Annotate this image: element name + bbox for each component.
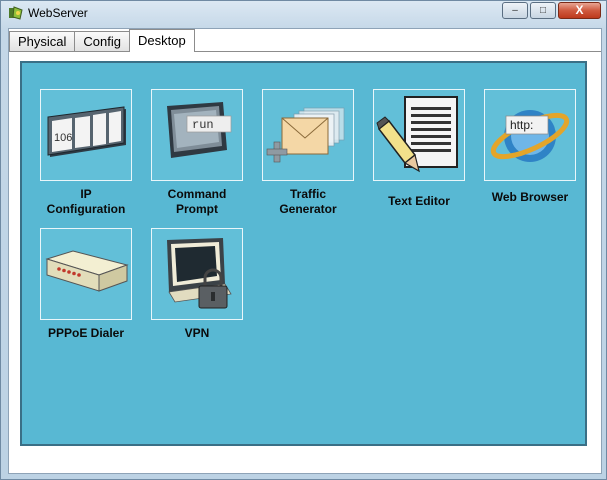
app-window: WebServer – □ X Physical Config Desktop (0, 0, 607, 480)
app-icon-frame[interactable] (262, 89, 354, 181)
text-editor-icon (376, 96, 458, 173)
maximize-button[interactable]: □ (530, 2, 556, 19)
app-icon-frame[interactable]: run (151, 89, 243, 181)
ip-config-icon: 106 (47, 106, 126, 157)
app-pppoe-dialer[interactable]: PPPoE Dialer (38, 228, 134, 341)
tab-desktop[interactable]: Desktop (129, 29, 195, 52)
client-area: Physical Config Desktop 106 IP Configura… (8, 28, 602, 474)
tab-bar: Physical Config Desktop (9, 29, 195, 52)
app-command-prompt[interactable]: run Command Prompt (149, 89, 245, 217)
minimize-button[interactable]: – (502, 2, 528, 19)
web-browser-icon: http: (490, 110, 570, 162)
app-label-text-editor: Text Editor (388, 194, 450, 208)
close-button[interactable]: X (558, 2, 601, 19)
app-icon-frame[interactable] (151, 228, 243, 320)
app-vpn[interactable]: VPN (149, 228, 245, 341)
tab-physical[interactable]: Physical (9, 31, 76, 51)
vpn-icon (167, 238, 232, 309)
status-area (9, 447, 601, 473)
packet-tracer-icon (9, 6, 23, 20)
command-prompt-icon: run (167, 102, 232, 158)
title-bar[interactable]: WebServer – □ X (1, 1, 606, 25)
app-label-traffic-generator: Traffic Generator (279, 187, 337, 216)
app-ip-configuration[interactable]: 106 IP Configuration (38, 89, 134, 217)
app-icon-frame[interactable]: 106 (40, 89, 132, 181)
app-text-editor[interactable]: Text Editor (371, 89, 467, 209)
desktop-panel: 106 IP Configuration run Command Prompt … (20, 61, 587, 446)
app-label-ip-configuration: IP Configuration (46, 187, 126, 216)
ip-badge: 106 (54, 132, 72, 144)
traffic-generator-icon (266, 107, 345, 163)
app-label-web-browser: Web Browser (491, 190, 569, 204)
app-traffic-generator[interactable]: Traffic Generator (260, 89, 356, 217)
app-label-command-prompt: Command Prompt (167, 187, 227, 216)
pppoe-dialer-icon (45, 250, 129, 292)
window-controls: – □ X (500, 2, 601, 19)
window-title: WebServer (28, 6, 88, 20)
app-icon-frame[interactable] (40, 228, 132, 320)
app-icon-frame[interactable] (373, 89, 465, 181)
tab-config[interactable]: Config (74, 31, 130, 51)
app-web-browser[interactable]: http: Web Browser (482, 89, 578, 205)
app-label-pppoe-dialer: PPPoE Dialer (47, 326, 125, 340)
app-label-vpn: VPN (184, 326, 210, 340)
run-badge: run (192, 118, 214, 132)
app-icon-frame[interactable]: http: (484, 89, 576, 181)
http-badge: http: (510, 118, 533, 132)
